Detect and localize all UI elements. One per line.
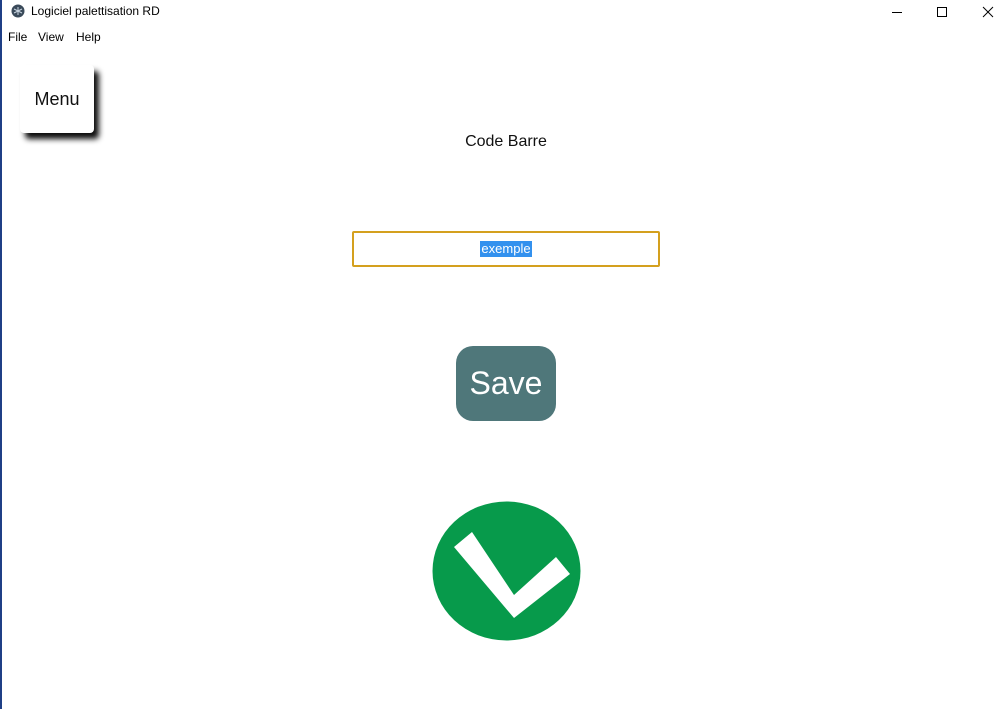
menu-bar: File View Help (2, 26, 1004, 48)
title-bar[interactable]: Logiciel palettisation RD (2, 0, 1004, 24)
close-icon (982, 6, 994, 18)
minimize-button[interactable] (874, 0, 920, 24)
menu-file[interactable]: File (8, 30, 27, 44)
barcode-input-value: exemple (480, 241, 532, 257)
check-icon (432, 501, 581, 641)
barcode-label: Code Barre (465, 133, 547, 150)
window-left-border (0, 0, 2, 709)
save-button[interactable]: Save (456, 346, 556, 421)
maximize-icon (937, 7, 947, 17)
minimize-icon (892, 12, 902, 13)
menu-view[interactable]: View (38, 30, 64, 44)
close-button[interactable] (965, 0, 1004, 24)
menu-button[interactable]: Menu (20, 65, 94, 133)
menu-help[interactable]: Help (76, 30, 101, 44)
app-icon (11, 4, 25, 18)
window-title: Logiciel palettisation RD (31, 4, 160, 18)
barcode-input[interactable]: exemple (352, 231, 660, 267)
maximize-button[interactable] (919, 0, 965, 24)
